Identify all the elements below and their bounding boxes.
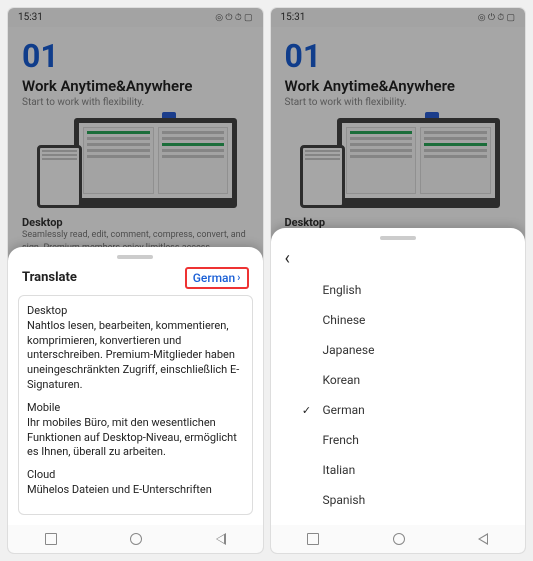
language-selector-button[interactable]: German › [185, 267, 249, 289]
recent-apps-button[interactable] [45, 533, 57, 545]
language-option[interactable]: Italian [281, 455, 516, 485]
hero-illustration [296, 118, 500, 208]
status-bar: 15:31 ◎ ⏻ ⏱ ▢ [8, 8, 263, 27]
status-icons: ◎ ⏻ ⏱ ▢ [215, 13, 252, 23]
right-screenshot: 15:31 ◎ ⏻ ⏱ ▢ 01 Work Anytime&Anywhere S… [271, 8, 526, 553]
desktop-heading: Desktop [22, 216, 249, 229]
language-label: English [323, 283, 362, 297]
recent-apps-button[interactable] [307, 533, 319, 545]
left-screenshot: 15:31 ◎ ⏻ ⏱ ▢ 01 Work Anytime&Anywhere S… [8, 8, 263, 553]
status-bar: 15:31 ◎ ⏻ ⏱ ▢ [271, 8, 526, 27]
trans-cloud-body: Mühelos Dateien und E-Unterschriften [27, 483, 212, 496]
language-list-sheet: ‹ English Chinese Japanese Korean ✓ German Fre… [271, 228, 526, 525]
hero-subtitle: Start to work with flexibility. [22, 97, 249, 108]
translate-sheet: Translate German › Desktop Nahtlos lesen… [8, 247, 263, 525]
status-time: 15:31 [281, 12, 306, 23]
language-label: German [323, 403, 365, 417]
language-option[interactable]: ✓ German [281, 395, 516, 425]
hero-illustration [33, 118, 237, 208]
back-button[interactable] [216, 533, 226, 545]
language-label: Korean [323, 373, 361, 387]
sheet-grabber[interactable] [380, 236, 416, 240]
language-label: Chinese [323, 313, 366, 327]
hero-number: 01 [285, 37, 512, 75]
trans-cloud-h: Cloud [27, 468, 55, 481]
translate-title: Translate [22, 270, 77, 285]
sheet-grabber[interactable] [117, 255, 153, 259]
language-option[interactable]: Chinese [281, 305, 516, 335]
trans-desktop-body: Nahtlos lesen, bearbeiten, kommentieren,… [27, 319, 239, 391]
chevron-right-icon: › [237, 271, 240, 284]
hero-subtitle: Start to work with flexibility. [285, 97, 512, 108]
language-option[interactable]: English [281, 275, 516, 305]
hero-number: 01 [22, 37, 249, 75]
check-icon: ✓ [301, 404, 313, 417]
language-label: French [323, 433, 359, 447]
android-navbar [271, 525, 526, 553]
language-list: English Chinese Japanese Korean ✓ German Frenc… [281, 275, 516, 515]
trans-mobile-body: Ihr mobiles Büro, mit den wesentlichen F… [27, 416, 237, 459]
hero-title: Work Anytime&Anywhere [22, 77, 249, 95]
home-button[interactable] [130, 533, 142, 545]
language-label: Japanese [323, 343, 375, 357]
language-option[interactable]: French [281, 425, 516, 455]
selected-language-label: German [193, 271, 235, 285]
android-navbar [8, 525, 263, 553]
status-time: 15:31 [18, 12, 43, 23]
home-button[interactable] [393, 533, 405, 545]
trans-desktop-h: Desktop [27, 304, 67, 317]
language-label: Spanish [323, 493, 366, 507]
status-icons: ◎ ⏻ ⏱ ▢ [478, 13, 515, 23]
back-button[interactable] [478, 533, 488, 545]
hero-title: Work Anytime&Anywhere [285, 77, 512, 95]
language-label: Italian [323, 463, 356, 477]
language-option[interactable]: Japanese [281, 335, 516, 365]
translation-text-box[interactable]: Desktop Nahtlos lesen, bearbeiten, komme… [18, 295, 253, 515]
back-arrow-button[interactable]: ‹ [281, 248, 516, 275]
language-option[interactable]: Korean [281, 365, 516, 395]
language-option[interactable]: Spanish [281, 485, 516, 515]
trans-mobile-h: Mobile [27, 401, 60, 414]
